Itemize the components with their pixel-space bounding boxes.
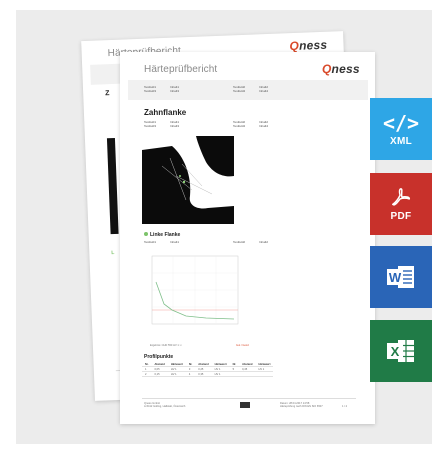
pdf-label: PDF [390, 210, 412, 222]
meta-table-2: Testfeld1 Inhalt1 Testfeld2 Inhalt2 Testfel… [144, 120, 269, 128]
report-logo: Qness [289, 37, 328, 54]
word-export-button[interactable]: W [370, 246, 432, 308]
chart-status: Gut / Good [236, 344, 249, 347]
word-icon: W [387, 266, 414, 288]
section-initial: Z [105, 90, 110, 98]
pdf-export-button[interactable]: PDF [370, 173, 432, 235]
green-label: L [111, 250, 115, 257]
xml-label: XML [389, 135, 412, 147]
meta-table: Testfeld1 Inhalt1 Testfeld2 Inhalt2 Testfel… [144, 85, 269, 93]
excel-export-button[interactable]: X [370, 320, 432, 382]
section-zahnflanke: Zahnflanke [144, 108, 187, 117]
image-edge [106, 137, 119, 235]
status-dot [144, 232, 148, 236]
gear-flank-image [142, 136, 234, 224]
pdf-icon [392, 187, 411, 206]
footer-rule [142, 398, 356, 399]
svg-text:X: X [391, 344, 400, 359]
chart-caption: Ergebnis: CHD 550 HV 1: x [150, 344, 182, 347]
report-logo: Qness [322, 62, 360, 76]
section-linke-flanke: Linke Flanke [144, 232, 180, 238]
xml-export-button[interactable]: </> XML [370, 98, 432, 160]
hardness-profile-chart [151, 255, 239, 325]
page-number: 1 / 2 [342, 405, 348, 408]
svg-text:W: W [389, 270, 402, 285]
report-title: Härteprüfbericht [144, 64, 218, 75]
qness-device-icon [240, 402, 250, 408]
points-table: Nr. Abstand Härtewert Nr. Abstand Härtewert … [142, 362, 274, 377]
section-profilpunkte: Profilpunkte [144, 354, 174, 360]
footer-date: Datum: 28.04.2017 14:58 Härteprüfung nach… [280, 402, 323, 409]
meta-table-3: Testfeld1 Inhalt1 Testfeld2 Inhalt2 [144, 240, 269, 244]
footer-company: Qness GmbH A-5412 Golling, Hallstatt, Öst… [144, 402, 186, 409]
excel-icon: X [387, 340, 414, 362]
report-page-front: Härteprüfbericht Qness Testfeld1 Inhalt1 T… [120, 52, 375, 424]
table-row: 2 0,15 HV 1 4 0,35 HV 1 [142, 371, 274, 377]
code-icon: </> [382, 110, 420, 135]
